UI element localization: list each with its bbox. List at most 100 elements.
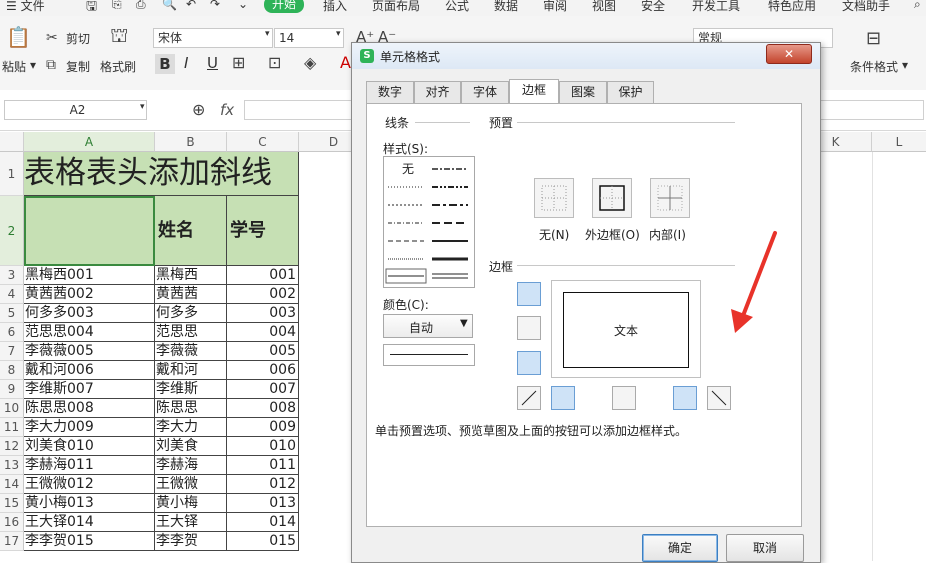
cell-combined[interactable]: 黑梅西001: [24, 266, 155, 285]
diagonal-down-border-button[interactable]: [707, 386, 731, 410]
cell-combined[interactable]: 李李贺015: [24, 532, 155, 551]
chevron-down-icon[interactable]: ▾: [140, 102, 145, 112]
chevron-down-icon[interactable]: ▾: [336, 29, 341, 39]
cell-id[interactable]: 015: [227, 532, 299, 551]
menu-data[interactable]: 数据: [494, 0, 518, 14]
row-header[interactable]: 1: [0, 152, 24, 196]
cell-name[interactable]: 何多多: [155, 304, 227, 323]
row-header[interactable]: 5: [0, 304, 24, 323]
menu-developer[interactable]: 开发工具: [692, 0, 740, 14]
zoom-function-icon[interactable]: ⊕: [192, 101, 205, 119]
title-cell[interactable]: 表格表头添加斜线: [24, 152, 299, 196]
fill-color-icon[interactable]: ◈: [304, 54, 316, 72]
cell-name[interactable]: 刘美食: [155, 437, 227, 456]
border-inner-vertical-button[interactable]: [612, 386, 636, 410]
cut-button[interactable]: 剪切: [66, 30, 90, 47]
row-header[interactable]: 13: [0, 456, 24, 475]
cell-name[interactable]: 王微微: [155, 475, 227, 494]
cell-name[interactable]: 李薇薇: [155, 342, 227, 361]
row-header[interactable]: 9: [0, 380, 24, 399]
border-bottom-button[interactable]: [517, 351, 541, 375]
cell-name[interactable]: 王大铎: [155, 513, 227, 532]
menu-review[interactable]: 审阅: [543, 0, 567, 14]
line-styles-svg[interactable]: [384, 157, 474, 287]
menu-page-layout[interactable]: 页面布局: [372, 0, 420, 14]
cell-combined[interactable]: 何多多003: [24, 304, 155, 323]
save-icon[interactable]: 🖫: [86, 0, 97, 16]
cell-id[interactable]: 005: [227, 342, 299, 361]
close-icon[interactable]: ✕: [766, 44, 812, 64]
cell-id[interactable]: 004: [227, 323, 299, 342]
copy-icon[interactable]: ⧉: [46, 56, 56, 74]
preview-icon[interactable]: 🔍: [162, 0, 177, 11]
print-icon[interactable]: ⎙: [136, 0, 146, 12]
border-inner-horizontal-button[interactable]: [517, 316, 541, 340]
format-painter-button[interactable]: 格式刷: [100, 58, 136, 75]
paste-button[interactable]: 粘贴: [2, 58, 26, 75]
cell-combined[interactable]: 李维斯007: [24, 380, 155, 399]
redo-icon[interactable]: ↷: [210, 0, 220, 11]
cell-id[interactable]: 001: [227, 266, 299, 285]
tab-border[interactable]: 边框: [509, 79, 559, 104]
header-cell-id[interactable]: 学号: [227, 196, 299, 266]
menu-start[interactable]: 开始: [264, 0, 305, 13]
tab-alignment[interactable]: 对齐: [414, 81, 461, 103]
cell-combined[interactable]: 戴和河006: [24, 361, 155, 380]
tab-number[interactable]: 数字: [366, 81, 414, 103]
cell-name[interactable]: 陈思思: [155, 399, 227, 418]
cell-combined[interactable]: 李薇薇005: [24, 342, 155, 361]
border-top-button[interactable]: [517, 282, 541, 306]
cell-id[interactable]: 003: [227, 304, 299, 323]
row-header[interactable]: 15: [0, 494, 24, 513]
cell-combined[interactable]: 王微微012: [24, 475, 155, 494]
menu-view[interactable]: 视图: [592, 0, 616, 14]
preset-outline-button[interactable]: [592, 178, 632, 218]
conditional-format-button[interactable]: 条件格式: [850, 58, 898, 75]
format-painter-icon[interactable]: ⛫: [110, 25, 128, 45]
row-header[interactable]: 7: [0, 342, 24, 361]
tab-protection[interactable]: 保护: [607, 81, 654, 103]
column-header-l[interactable]: L: [872, 132, 926, 152]
row-header[interactable]: 4: [0, 285, 24, 304]
cell-name[interactable]: 黄小梅: [155, 494, 227, 513]
cell-id[interactable]: 002: [227, 285, 299, 304]
column-header-b[interactable]: B: [155, 132, 227, 152]
row-header[interactable]: 10: [0, 399, 24, 418]
underline-button[interactable]: U: [207, 54, 218, 72]
merge-icon[interactable]: ⊡: [268, 54, 281, 72]
name-box[interactable]: A2: [4, 100, 147, 120]
color-select[interactable]: 自动 ▼: [383, 314, 473, 338]
cell-id[interactable]: 006: [227, 361, 299, 380]
font-color-icon[interactable]: A: [340, 54, 351, 72]
selected-cell-a2[interactable]: [24, 196, 155, 266]
cell-name[interactable]: 李维斯: [155, 380, 227, 399]
cell-combined[interactable]: 黄茜茜002: [24, 285, 155, 304]
menu-insert[interactable]: 插入: [323, 0, 347, 14]
cancel-button[interactable]: 取消: [726, 534, 804, 562]
copy-button[interactable]: 复制: [66, 58, 90, 75]
row-header[interactable]: 2: [0, 196, 24, 266]
cell-id[interactable]: 010: [227, 437, 299, 456]
row-header[interactable]: 17: [0, 532, 24, 551]
more-icon[interactable]: ⌄: [238, 0, 248, 11]
search-icon[interactable]: ⌕: [914, 0, 921, 12]
diagonal-up-border-button[interactable]: [517, 386, 541, 410]
italic-button[interactable]: I: [184, 54, 188, 72]
cell-combined[interactable]: 王大铎014: [24, 513, 155, 532]
menu-formula[interactable]: 公式: [445, 0, 469, 14]
cell-name[interactable]: 李李贺: [155, 532, 227, 551]
menu-file[interactable]: ☰ 文件: [6, 0, 45, 14]
preset-inside-button[interactable]: [650, 178, 690, 218]
menu-security[interactable]: 安全: [641, 0, 665, 14]
cell-name[interactable]: 戴和河: [155, 361, 227, 380]
cell-name[interactable]: 黄茜茜: [155, 285, 227, 304]
row-header[interactable]: 16: [0, 513, 24, 532]
cell-id[interactable]: 014: [227, 513, 299, 532]
cell-combined[interactable]: 范思思004: [24, 323, 155, 342]
row-header[interactable]: 6: [0, 323, 24, 342]
cell-id[interactable]: 012: [227, 475, 299, 494]
paste-dropdown-icon[interactable]: ▾: [30, 58, 36, 72]
header-cell-name[interactable]: 姓名: [155, 196, 227, 266]
border-icon[interactable]: ⊞: [232, 54, 245, 72]
column-header-c[interactable]: C: [227, 132, 299, 152]
